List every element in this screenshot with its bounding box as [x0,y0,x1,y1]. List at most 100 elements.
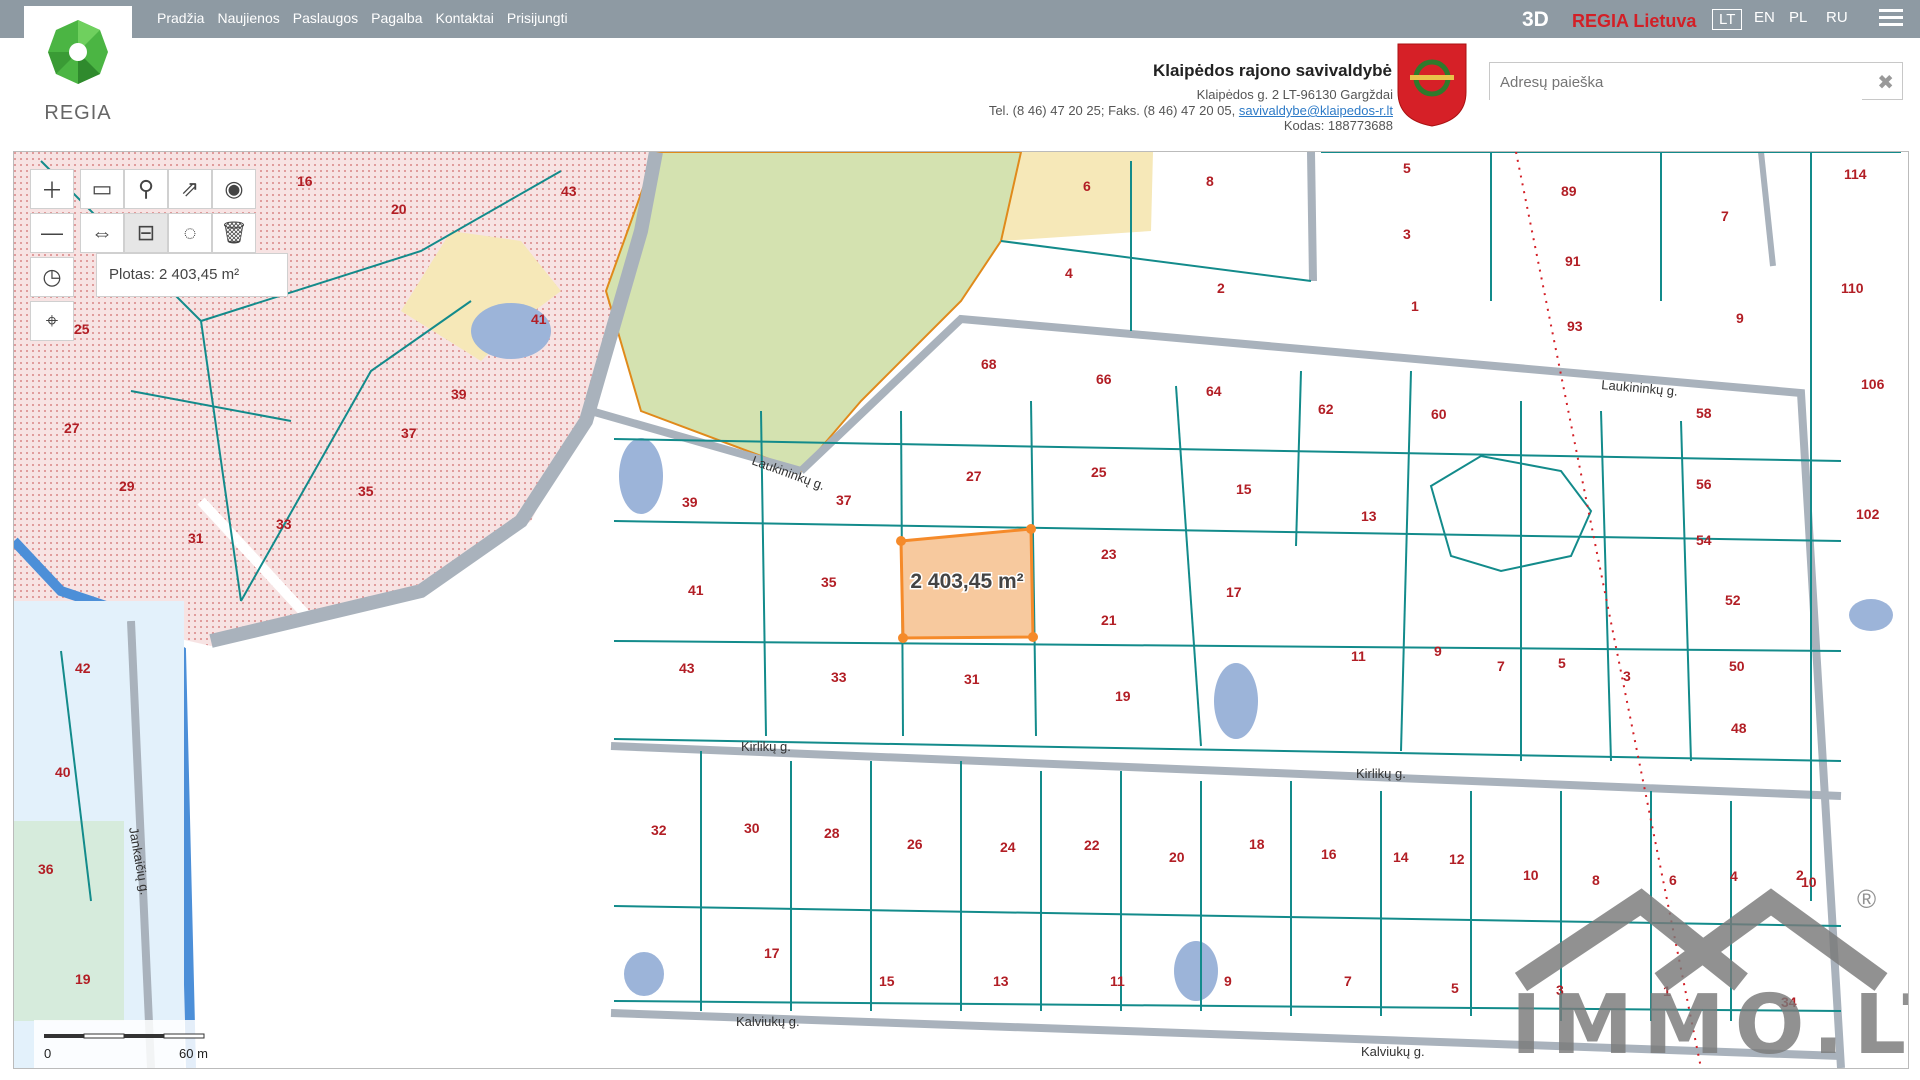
zoom-out-button[interactable]: — [30,213,74,253]
svg-text:43: 43 [561,183,577,199]
svg-text:13: 13 [993,973,1009,989]
nav-help[interactable]: Pagalba [371,10,422,26]
svg-text:37: 37 [836,492,852,508]
svg-text:30: 30 [744,820,760,836]
share-button[interactable]: ⇗ [168,169,212,209]
svg-text:20: 20 [391,201,407,217]
select-cursor-icon: ◌ [183,220,197,245]
svg-text:10: 10 [1523,867,1539,883]
svg-text:89: 89 [1561,183,1577,199]
address-search-input[interactable] [1490,63,1862,101]
svg-text:16: 16 [1321,846,1337,862]
nav-services[interactable]: Paslaugos [293,10,358,26]
svg-text:15: 15 [1236,481,1252,497]
svg-text:13: 13 [1361,508,1377,524]
regia-logo-icon [48,20,108,84]
svg-text:93: 93 [1567,318,1583,334]
svg-text:3: 3 [1403,226,1411,242]
svg-text:27: 27 [64,420,80,436]
svg-text:39: 39 [451,386,467,402]
email-link[interactable]: savivaldybe@klaipedos-r.lt [1239,103,1393,118]
svg-text:66: 66 [1096,371,1112,387]
svg-text:25: 25 [74,321,90,337]
svg-text:32: 32 [651,822,667,838]
regia-lietuva-link[interactable]: REGIA Lietuva [1572,11,1696,32]
select-area-button[interactable]: ◌ [168,213,212,253]
nav-contacts[interactable]: Kontaktai [436,10,494,26]
language-pl[interactable]: PL [1789,9,1807,26]
svg-text:12: 12 [1449,851,1465,867]
svg-text:102: 102 [1856,506,1880,522]
zoom-in-button[interactable]: ＋ [30,169,74,209]
share-icon: ⇗ [180,176,200,201]
regia-logo[interactable]: REGIA [24,6,132,130]
nav-home[interactable]: Pradžia [157,10,204,26]
pond [1214,663,1258,739]
language-lt[interactable]: LT [1712,9,1743,30]
svg-text:35: 35 [358,483,374,499]
scale-start: 0 [44,1046,52,1061]
svg-text:42: 42 [75,660,91,676]
svg-text:15: 15 [879,973,895,989]
main-menu: Pradžia Naujienos Paslaugos Pagalba Kont… [157,10,568,26]
svg-text:33: 33 [831,669,847,685]
immo-watermark: IMMO.LT ® [1511,882,1908,1068]
svg-text:91: 91 [1565,253,1581,269]
nav-news[interactable]: Naujienos [217,10,279,26]
svg-text:26: 26 [907,836,923,852]
svg-text:8: 8 [1206,173,1214,189]
map-view[interactable]: 2 403,45 m² Laukininkų g. Laukininkų g. … [13,151,1909,1069]
logo-text: REGIA [44,102,112,124]
svg-text:7: 7 [1497,658,1505,674]
svg-text:36: 36 [38,861,54,877]
svg-text:7: 7 [1344,973,1352,989]
svg-text:56: 56 [1696,476,1712,492]
point-info-button[interactable]: ◉ [212,169,256,209]
rotate-view-button[interactable]: ◷ [30,257,74,297]
language-en[interactable]: EN [1754,9,1775,26]
svg-text:19: 19 [75,971,91,987]
svg-text:33: 33 [276,516,292,532]
hamburger-menu-icon[interactable] [1879,9,1903,29]
watermark-text: IMMO.LT [1511,978,1908,1069]
svg-text:54: 54 [1696,532,1712,548]
svg-text:2: 2 [1217,280,1225,296]
green-zone-west [14,821,124,1021]
measure-length-button[interactable]: ⇔ [80,213,124,253]
svg-text:27: 27 [966,468,982,484]
pond [619,438,663,514]
road [1307,152,1317,282]
3d-mode-button[interactable]: 3D [1522,8,1549,32]
svg-text:22: 22 [1084,837,1100,853]
svg-text:24: 24 [1000,839,1016,855]
svg-text:28: 28 [824,825,840,841]
measure-result-box: Plotas: 2 403,45 m² [96,253,288,297]
delete-measure-button[interactable]: 🗑 [212,213,256,253]
measure-area-button[interactable]: ⊟ [124,213,168,253]
svg-text:62: 62 [1318,401,1334,417]
arrows-icon: ⇔ [91,220,113,245]
road-kirliku [610,742,1842,800]
svg-text:29: 29 [119,478,135,494]
measure-distance-button[interactable]: ▭ [80,169,124,209]
registered-mark: ® [1857,884,1877,914]
svg-text:52: 52 [1725,592,1741,608]
pond [1174,941,1218,1001]
svg-text:110: 110 [1841,280,1864,296]
add-marker-button[interactable]: ⚲ [124,169,168,209]
svg-text:17: 17 [1226,584,1242,600]
svg-text:50: 50 [1729,658,1745,674]
measure-result-text: Plotas: 2 403,45 m² [109,266,240,283]
language-ru[interactable]: RU [1826,9,1848,26]
crosshair-icon: ⌖ [45,308,59,333]
svg-text:37: 37 [401,425,417,441]
nav-login[interactable]: Prisijungti [507,10,568,26]
svg-text:25: 25 [1091,464,1107,480]
svg-text:58: 58 [1696,405,1712,421]
svg-text:21: 21 [1101,612,1117,628]
clear-search-icon[interactable]: ✖ [1877,70,1894,95]
pond [1849,599,1893,631]
road [1758,152,1776,267]
locate-me-button[interactable]: ⌖ [30,301,74,341]
address-search: ✖ [1489,62,1903,101]
